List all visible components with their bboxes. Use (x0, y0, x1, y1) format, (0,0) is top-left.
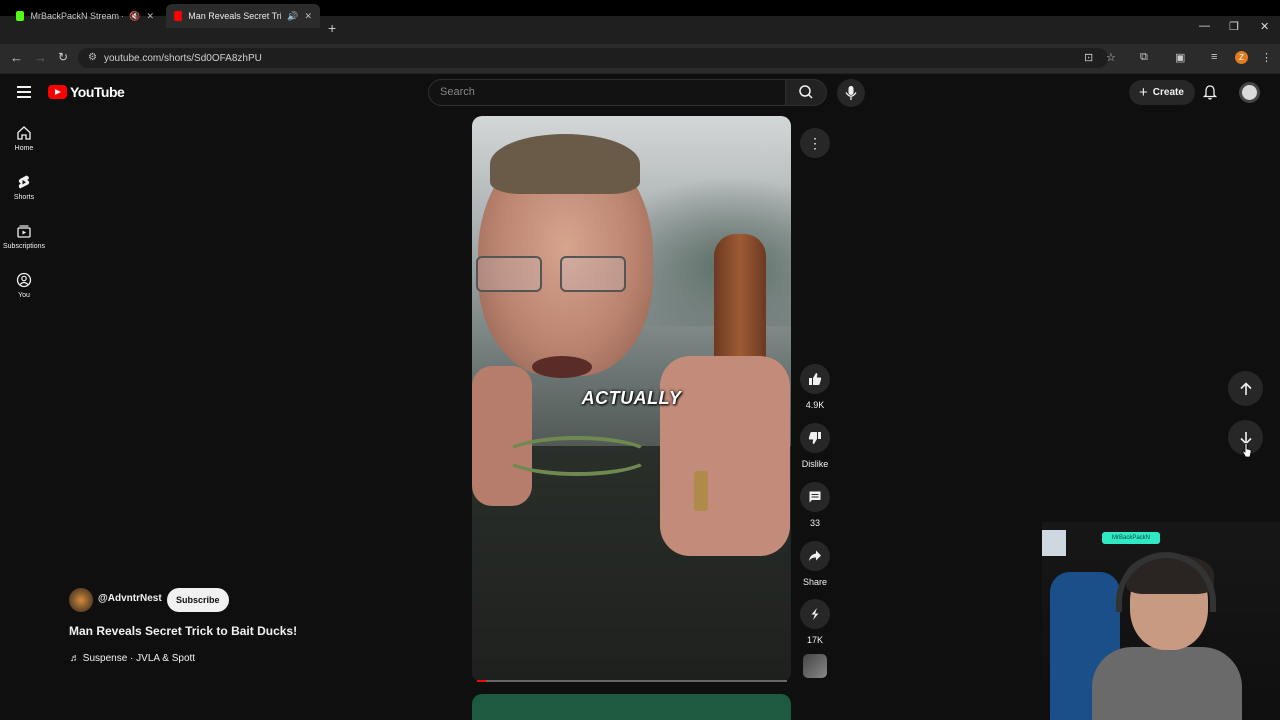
previous-short-button[interactable] (1228, 371, 1263, 406)
subscriptions-icon (17, 225, 31, 238)
music-note-icon: ♬ (70, 653, 83, 664)
youtube-play-icon (48, 85, 67, 99)
create-button[interactable]: + Create (1129, 80, 1195, 105)
search-input[interactable]: Search (428, 79, 786, 106)
comments-button[interactable]: 33 (798, 482, 832, 528)
home-icon (17, 126, 31, 140)
remix-icon (811, 608, 819, 620)
new-tab-icon[interactable]: + (328, 20, 336, 36)
profile-avatar[interactable]: Z (1235, 51, 1248, 64)
back-icon[interactable]: ← (10, 50, 23, 65)
forward-icon[interactable]: → (34, 50, 47, 65)
microphone-icon (845, 86, 857, 100)
tab-close-icon[interactable]: ✕ (304, 11, 312, 22)
browser-menu-icon[interactable]: ⋮ (1261, 51, 1272, 64)
arrow-up-icon (1239, 381, 1252, 395)
like-button[interactable]: 4.9K (798, 364, 832, 410)
streamer-body (1092, 647, 1242, 720)
video-frame-hand (472, 366, 532, 506)
tab-stream[interactable]: MrBackPackN Stream - Wa 🔇 ✕ (8, 4, 162, 28)
mute-icon[interactable]: 🔇 (129, 11, 140, 22)
short-title[interactable]: Man Reveals Secret Trick to Bait Ducks! (69, 624, 297, 638)
minimize-icon[interactable]: — (1199, 20, 1210, 32)
logo-text: YouTube (70, 84, 125, 100)
sidebar-item-subscriptions[interactable]: Subscriptions (0, 223, 48, 250)
channel-name[interactable]: @AdvntrNest (98, 593, 162, 604)
channel-avatar[interactable] (69, 588, 93, 612)
streamer-webcam: MrBackPackN (1042, 522, 1280, 720)
search-button[interactable] (786, 79, 827, 106)
notifications-button[interactable] (1202, 84, 1218, 106)
sidebar-item-shorts[interactable]: Shorts (0, 174, 48, 201)
dislike-button[interactable]: Dislike (798, 423, 832, 469)
window-close-icon[interactable]: ✕ (1260, 20, 1269, 33)
restore-icon[interactable]: ❐ (1229, 20, 1239, 33)
like-count: 4.9K (805, 400, 825, 410)
next-short-preview[interactable] (472, 694, 791, 720)
video-frame-glasses (472, 256, 642, 294)
create-label: Create (1152, 87, 1184, 98)
video-frame-hair (490, 134, 640, 194)
sidebar-item-label: Subscriptions (2, 243, 46, 250)
plus-icon: + (1139, 84, 1148, 101)
menu-icon[interactable] (17, 86, 31, 101)
voice-search-button[interactable] (837, 79, 865, 107)
video-frame-rope (502, 436, 652, 476)
install-app-icon[interactable]: ⊡ (1084, 51, 1093, 64)
reload-icon[interactable]: ↻ (58, 50, 68, 64)
youtube-favicon-icon (174, 11, 183, 21)
more-vert-icon: ⋮ (808, 134, 822, 151)
shorts-video-player[interactable]: ACTUALLY (472, 116, 791, 682)
thumbs-up-icon (809, 373, 822, 385)
sidebar-item-label: Shorts (13, 194, 35, 201)
video-frame-hand (660, 356, 790, 556)
sound-thumbnail[interactable] (803, 654, 827, 678)
music-label: Suspense · JVLA & Spott (82, 653, 196, 664)
audio-icon[interactable]: 🔊 (287, 11, 298, 22)
share-button[interactable]: Share (798, 541, 832, 587)
dislike-label: Dislike (801, 459, 829, 469)
tab-title: MrBackPackN Stream - Wa (30, 11, 123, 21)
bookmark-star-icon[interactable]: ☆ (1106, 51, 1116, 64)
video-caption: ACTUALLY (581, 388, 682, 408)
media-controls-icon[interactable]: ≡ (1211, 51, 1217, 63)
share-icon (809, 550, 821, 561)
you-icon (16, 272, 32, 288)
url-field[interactable]: ⚙ youtube.com/shorts/Sd0OFA8zhPU (78, 48, 1108, 68)
video-frame-duck-call (714, 234, 766, 374)
youtube-logo[interactable]: YouTube (48, 84, 125, 100)
shorts-icon (18, 175, 30, 189)
search-icon (799, 85, 813, 99)
extensions-icon[interactable]: ⧉ (1140, 51, 1148, 64)
video-frame-ring (694, 471, 708, 511)
more-options-button[interactable]: ⋮ (800, 128, 830, 158)
comment-icon (809, 491, 821, 503)
kick-favicon-icon (16, 11, 25, 21)
url-text: youtube.com/shorts/Sd0OFA8zhPU (104, 52, 262, 64)
sidebar-item-you[interactable]: You (0, 272, 48, 299)
music-link[interactable]: ♬ Suspense · JVLA & Spott (70, 653, 195, 664)
account-avatar[interactable] (1239, 82, 1260, 103)
video-frame-mouth (532, 356, 592, 378)
wall-frame (1042, 530, 1066, 556)
sidebar-item-home[interactable]: Home (0, 125, 48, 152)
thumbs-down-icon (808, 432, 821, 444)
sidebar-item-label: Home (14, 145, 34, 152)
tab-youtube-short[interactable]: Man Reveals Secret Trick to 🔊 ✕ (166, 4, 320, 28)
tab-title: Man Reveals Secret Trick to (188, 11, 281, 21)
share-label: Share (802, 577, 828, 587)
bell-icon (1202, 85, 1218, 100)
site-info-icon[interactable]: ⚙ (88, 52, 97, 63)
remix-count: 17K (806, 635, 823, 645)
neon-sign: MrBackPackN (1102, 532, 1160, 544)
subscribe-button[interactable]: Subscribe (167, 588, 229, 612)
mouse-cursor-icon (1242, 443, 1252, 463)
video-progress-fill (477, 680, 487, 682)
sidebar-item-label: You (18, 292, 30, 299)
remix-button[interactable]: 17K (798, 599, 832, 645)
comments-count: 33 (809, 518, 820, 528)
side-panel-icon[interactable]: ▣ (1175, 51, 1185, 64)
video-progress-bar[interactable] (477, 680, 787, 682)
tab-close-icon[interactable]: ✕ (146, 11, 154, 22)
